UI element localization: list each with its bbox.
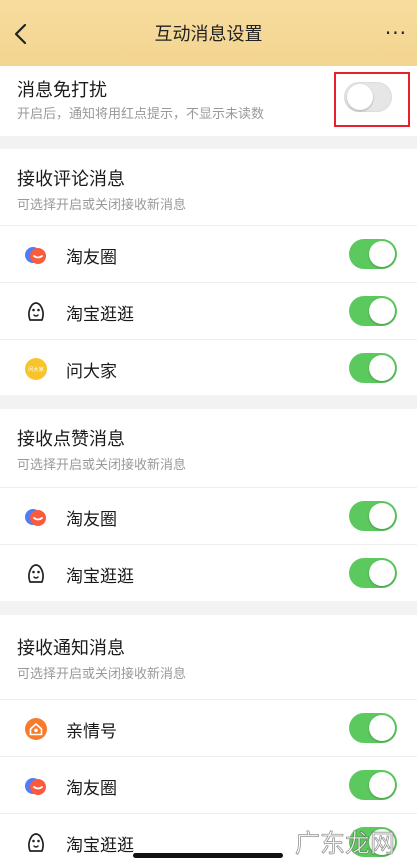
- list-item-comment-guangguang: 淘宝逛逛: [0, 282, 417, 339]
- toggle-notice-taoyouquan[interactable]: [349, 770, 397, 800]
- svg-text:广东龙网: 广东龙网: [295, 829, 395, 858]
- watermark-logo: 广东龙网: [295, 829, 396, 859]
- qinqinghao-icon: [25, 718, 47, 740]
- guangguang-icon: [28, 833, 44, 852]
- toggle-like-guangguang[interactable]: [349, 558, 397, 588]
- notice-title: 接收通知消息: [17, 638, 125, 659]
- item-label: 亲情号: [66, 722, 117, 742]
- list-item-notice-taoyouquan: 淘友圈: [0, 756, 417, 813]
- toggle-comment-taoyouquan[interactable]: [349, 239, 397, 269]
- list-item-notice-qinqinghao: 亲情号: [0, 699, 417, 756]
- nav-bar: 互动消息设置 ···: [0, 0, 417, 66]
- dnd-title: 消息免打扰: [17, 80, 107, 101]
- list-item-comment-taoyouquan: 淘友圈: [0, 225, 417, 282]
- list-item-like-taoyouquan: 淘友圈: [0, 487, 417, 544]
- toggle-like-taoyouquan[interactable]: [349, 501, 397, 531]
- like-section: 接收点赞消息 可选择开启或关闭接收新消息 淘友圈 淘宝逛逛: [0, 409, 417, 601]
- toggle-notice-qinqinghao[interactable]: [349, 713, 397, 743]
- comment-section: 接收评论消息 可选择开启或关闭接收新消息 淘友圈 淘宝逛逛 问大家 问大家: [0, 149, 417, 395]
- item-label: 淘友圈: [66, 248, 117, 268]
- toggle-comment-wendajia[interactable]: [349, 353, 397, 383]
- dnd-subtitle: 开启后，通知将用红点提示，不显示未读数: [17, 107, 265, 122]
- home-indicator[interactable]: [133, 853, 283, 858]
- guangguang-icon: [28, 302, 44, 321]
- more-menu-icon[interactable]: ···: [385, 23, 407, 43]
- like-subtitle: 可选择开启或关闭接收新消息: [17, 458, 187, 473]
- item-label: 问大家: [66, 362, 117, 382]
- like-title: 接收点赞消息: [17, 429, 125, 450]
- comment-subtitle: 可选择开启或关闭接收新消息: [17, 198, 187, 213]
- svg-text:问大家: 问大家: [28, 365, 44, 373]
- list-item-comment-wendajia: 问大家 问大家: [0, 339, 417, 396]
- item-label: 淘宝逛逛: [66, 836, 134, 856]
- list-item-like-guangguang: 淘宝逛逛: [0, 544, 417, 601]
- taoyouquan-icon: [25, 509, 46, 526]
- back-arrow-icon[interactable]: [8, 20, 36, 48]
- taoyouquan-icon: [25, 778, 46, 795]
- item-label: 淘友圈: [66, 510, 117, 530]
- toggle-comment-guangguang[interactable]: [349, 296, 397, 326]
- item-label: 淘宝逛逛: [66, 305, 134, 325]
- notice-subtitle: 可选择开启或关闭接收新消息: [17, 667, 187, 682]
- highlight-annotation: [334, 72, 410, 127]
- wendajia-icon: 问大家: [25, 358, 47, 380]
- comment-title: 接收评论消息: [17, 169, 125, 190]
- page-title: 互动消息设置: [154, 24, 263, 45]
- guangguang-icon: [28, 564, 44, 583]
- item-label: 淘友圈: [66, 779, 117, 799]
- taoyouquan-icon: [25, 247, 46, 264]
- item-label: 淘宝逛逛: [66, 567, 134, 587]
